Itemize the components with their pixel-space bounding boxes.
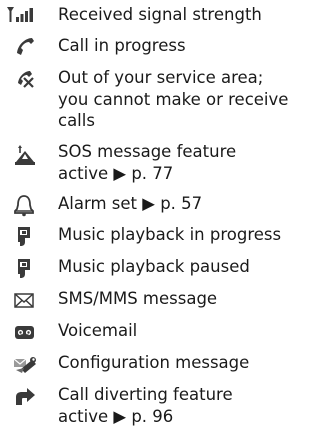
music-paused-icon <box>0 257 48 279</box>
configuration-message-icon <box>0 353 48 375</box>
list-item-text: SMS/MMS message <box>58 289 218 308</box>
list-item-text: SOS message feature active ▶ p. 77 <box>58 142 237 183</box>
call-divert-icon <box>0 385 48 407</box>
voicemail-icon <box>0 321 48 343</box>
list-item-text: Out of your service area; you cannot mak… <box>58 68 289 130</box>
sos-message-icon <box>0 143 48 165</box>
envelope-icon <box>0 289 48 311</box>
list-item-text: Music playback in progress <box>58 225 282 244</box>
signal-strength-icon <box>0 4 48 26</box>
list-item-text: Configuration message <box>58 353 250 372</box>
list-item-text: Voicemail <box>58 321 138 340</box>
list-item-text: Alarm set ▶ p. 57 <box>58 194 203 213</box>
list-item-text: Call in progress <box>58 36 186 55</box>
status-icon-list: Received signal strength Call in progres… <box>0 0 336 444</box>
music-playing-icon <box>0 225 48 247</box>
out-of-service-icon <box>0 67 48 89</box>
list-item-text: Call diverting feature active ▶ p. 96 <box>58 385 233 426</box>
alarm-bell-icon <box>0 194 48 217</box>
list-item-text: Music playback paused <box>58 257 250 276</box>
list-item-text: Received signal strength <box>58 5 262 24</box>
call-in-progress-icon <box>0 35 48 57</box>
